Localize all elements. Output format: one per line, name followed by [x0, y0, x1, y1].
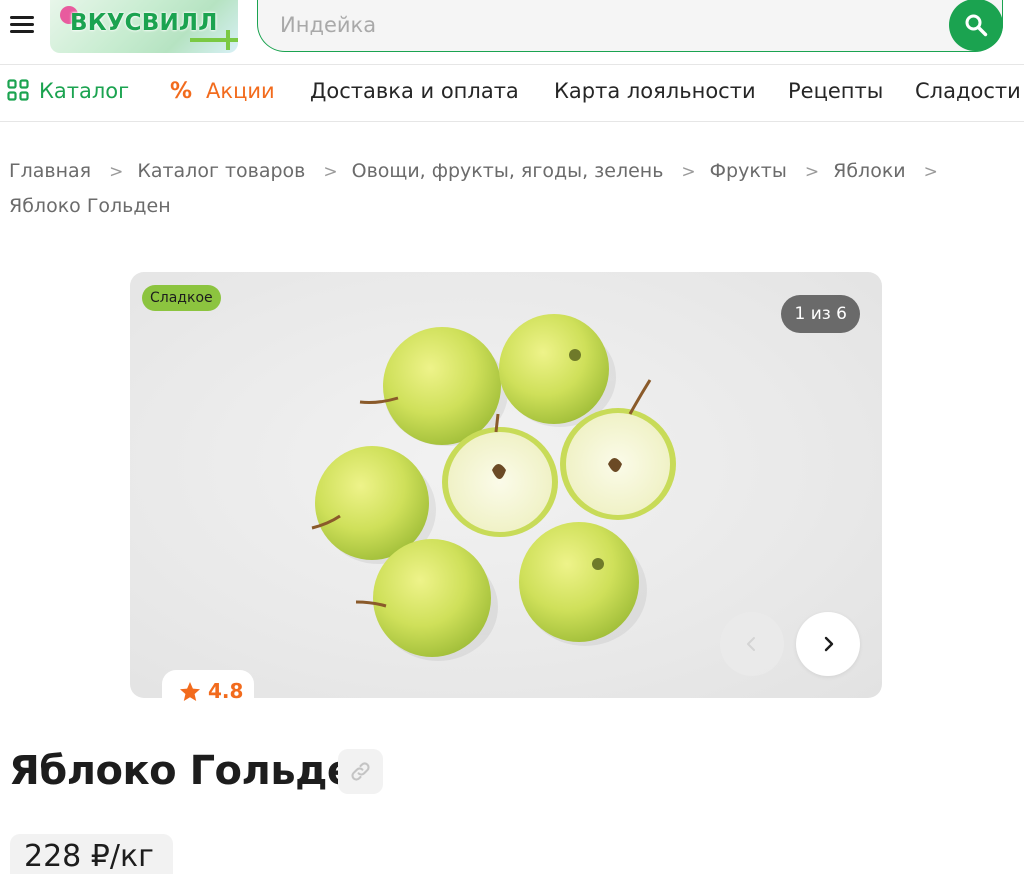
link-icon — [351, 762, 370, 781]
nav-loyalty[interactable]: Карта лояльности — [554, 79, 756, 103]
star-icon — [180, 682, 200, 701]
breadcrumb-fruits[interactable]: Фрукты — [710, 160, 787, 182]
product-title: Яблоко Гольден — [9, 748, 381, 794]
breadcrumb-current: Яблоко Гольден — [9, 195, 171, 217]
chevron-right-icon: > — [109, 162, 124, 182]
nav-promo-label: Акции — [206, 79, 275, 103]
gallery-prev-button[interactable] — [720, 612, 784, 676]
product-price: 228 ₽/кг — [24, 839, 154, 874]
search-icon — [965, 14, 988, 37]
gallery-next-button[interactable] — [796, 612, 860, 676]
search-input[interactable] — [280, 8, 940, 42]
search-bar — [257, 0, 1003, 52]
burger-menu-icon[interactable] — [8, 13, 36, 37]
site-logo[interactable]: ВКУСВИЛЛ — [50, 0, 238, 53]
chevron-right-icon — [824, 636, 834, 652]
nav-catalog-label: Каталог — [39, 79, 130, 103]
main-nav: Каталог % Акции Доставка и оплата Карта л… — [0, 64, 1024, 122]
price-box: 228 ₽/кг — [10, 834, 173, 874]
nav-sweets[interactable]: Сладости — [915, 79, 1021, 103]
product-tag: Сладкое — [142, 285, 221, 311]
chevron-right-icon: > — [923, 162, 938, 182]
logo-stripe — [190, 38, 238, 42]
percent-icon: % — [170, 79, 193, 104]
breadcrumb-home[interactable]: Главная — [9, 160, 91, 182]
breadcrumb-vegetables[interactable]: Овощи, фрукты, ягоды, зелень — [352, 160, 664, 182]
breadcrumb-apples[interactable]: Яблоки — [833, 160, 906, 182]
rating-badge[interactable]: 4.8 — [162, 670, 254, 714]
chevron-right-icon: > — [804, 162, 820, 182]
copy-link-button[interactable] — [338, 749, 383, 794]
chevron-right-icon: > — [681, 162, 696, 182]
site-header: ВКУСВИЛЛ — [0, 0, 1024, 53]
search-button[interactable] — [949, 0, 1003, 51]
nav-catalog[interactable]: Каталог — [7, 79, 129, 103]
product-gallery[interactable]: Сладкое 1 из 6 — [130, 272, 882, 698]
nav-delivery[interactable]: Доставка и оплата — [310, 79, 519, 103]
chevron-left-icon — [747, 637, 755, 651]
logo-text: ВКУСВИЛЛ — [70, 10, 218, 36]
chevron-right-icon: > — [323, 162, 338, 182]
nav-promo[interactable]: % Акции — [170, 79, 275, 104]
rating-value: 4.8 — [208, 679, 244, 703]
breadcrumb-catalog[interactable]: Каталог товаров — [137, 160, 305, 182]
breadcrumb: Главная > Каталог товаров > Овощи, фрукты, я… — [9, 154, 1014, 223]
nav-recipes[interactable]: Рецепты — [788, 79, 883, 103]
image-counter: 1 из 6 — [781, 295, 860, 333]
logo-stripe — [226, 30, 230, 50]
grid-icon — [7, 79, 29, 101]
